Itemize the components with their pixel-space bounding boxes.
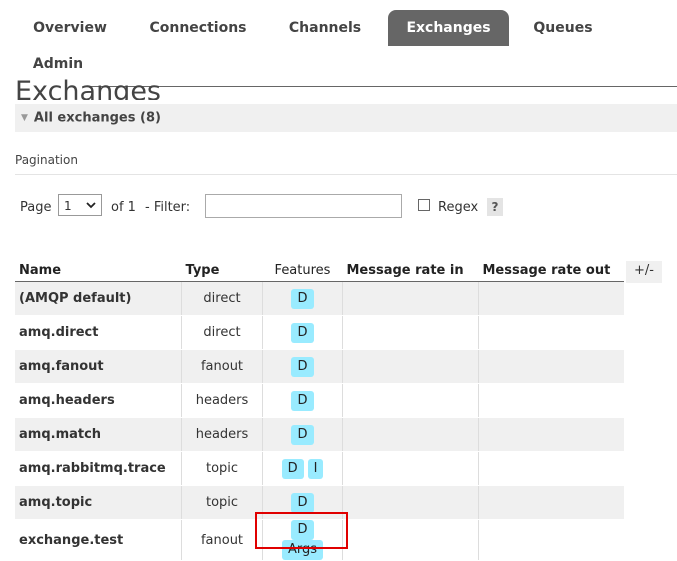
- table-header-row: Name Type Features Message rate in Messa…: [15, 260, 624, 282]
- exchange-type: headers: [181, 417, 263, 452]
- exchange-name-link[interactable]: (AMQP default): [15, 281, 182, 316]
- exchange-type: topic: [181, 485, 263, 520]
- filter-label: - Filter:: [145, 200, 191, 215]
- toggle-columns-button[interactable]: +/-: [626, 261, 662, 283]
- exchange-type: topic: [181, 451, 263, 486]
- col-header-name[interactable]: Name: [15, 260, 182, 282]
- regex-help-button[interactable]: ?: [487, 198, 503, 216]
- feature-badge: D: [291, 424, 314, 445]
- exchange-features: D: [262, 383, 343, 418]
- exchange-name-link[interactable]: amq.fanout: [15, 349, 182, 384]
- message-rate-in: [342, 281, 479, 316]
- exchange-type: direct: [181, 315, 263, 350]
- nav-divider: [84, 86, 677, 87]
- pagination-heading: Pagination: [15, 153, 78, 167]
- col-header-type[interactable]: Type: [181, 260, 263, 282]
- feature-badge: D: [281, 458, 304, 479]
- table-row: (AMQP default) direct D: [15, 281, 624, 316]
- message-rate-in: [342, 485, 479, 520]
- tab-exchanges[interactable]: Exchanges: [388, 10, 509, 46]
- page-select[interactable]: 1: [58, 194, 102, 216]
- tab-channels[interactable]: Channels: [275, 10, 375, 46]
- exchange-name-link[interactable]: amq.topic: [15, 485, 182, 520]
- table-row: amq.match headers D: [15, 417, 624, 452]
- exchange-type: direct: [181, 281, 263, 316]
- col-header-features: Features: [262, 260, 343, 282]
- feature-badge: I: [307, 458, 324, 479]
- exchange-type: headers: [181, 383, 263, 418]
- tab-overview[interactable]: Overview: [20, 10, 120, 46]
- message-rate-in: [342, 315, 479, 350]
- message-rate-in: [342, 349, 479, 384]
- section-label: All exchanges (8): [33, 110, 161, 126]
- feature-badge: D: [291, 288, 314, 309]
- feature-badge: D: [291, 356, 314, 377]
- of-pages-label: of 1: [111, 200, 136, 215]
- table-row: amq.direct direct D: [15, 315, 624, 350]
- exchange-type: fanout: [181, 519, 263, 561]
- message-rate-in: [342, 519, 479, 561]
- page-select-value: 1: [64, 199, 72, 213]
- exchange-features: DI: [262, 451, 343, 486]
- feature-badge: D: [291, 322, 314, 343]
- table-row: amq.headers headers D: [15, 383, 624, 418]
- regex-label: Regex: [438, 200, 479, 215]
- table-row: exchange.test fanout DArgs: [15, 519, 624, 561]
- tab-connections[interactable]: Connections: [138, 10, 258, 46]
- table-row: amq.fanout fanout D: [15, 349, 624, 384]
- feature-badge: D: [291, 492, 314, 513]
- table-row: amq.rabbitmq.trace topic D I: [15, 451, 624, 486]
- exchange-features: D: [262, 281, 343, 316]
- exchange-type: fanout: [181, 349, 263, 384]
- filter-input[interactable]: [205, 194, 402, 218]
- exchanges-table: Name Type Features Message rate in Messa…: [15, 260, 624, 561]
- message-rate-in: [342, 383, 479, 418]
- exchange-features: DArgs: [262, 519, 343, 561]
- page-label: Page: [20, 200, 52, 215]
- message-rate-out: [478, 281, 624, 316]
- exchange-features: D: [262, 349, 343, 384]
- message-rate-in: [342, 417, 479, 452]
- exchange-features: D: [262, 315, 343, 350]
- message-rate-out: [478, 485, 624, 520]
- exchange-name-link[interactable]: amq.headers: [15, 383, 182, 418]
- message-rate-out: [478, 315, 624, 350]
- exchange-features: D: [262, 417, 343, 452]
- pagination-divider: [15, 174, 677, 175]
- col-header-rate-in: Message rate in: [342, 260, 479, 282]
- regex-checkbox[interactable]: [418, 199, 430, 211]
- collapse-triangle-icon: ▼: [21, 113, 28, 123]
- all-exchanges-toggle[interactable]: ▼ All exchanges (8): [15, 104, 677, 132]
- exchange-name-link[interactable]: amq.match: [15, 417, 182, 452]
- page-title: Exchanges: [15, 76, 161, 100]
- table-row: amq.topic topic D: [15, 485, 624, 520]
- feature-badge: D: [291, 520, 314, 540]
- exchange-name-link[interactable]: exchange.test: [15, 519, 182, 561]
- col-header-rate-out: Message rate out: [478, 260, 624, 282]
- exchange-features: D: [262, 485, 343, 520]
- tab-queues[interactable]: Queues: [522, 10, 604, 46]
- exchange-name-link[interactable]: amq.rabbitmq.trace: [15, 451, 182, 486]
- message-rate-in: [342, 451, 479, 486]
- message-rate-out: [478, 451, 624, 486]
- message-rate-out: [478, 383, 624, 418]
- message-rate-out: [478, 349, 624, 384]
- message-rate-out: [478, 519, 624, 561]
- feature-badge: Args: [281, 540, 324, 560]
- chevron-down-icon: [85, 195, 97, 224]
- exchange-name-link[interactable]: amq.direct: [15, 315, 182, 350]
- message-rate-out: [478, 417, 624, 452]
- feature-badge: D: [291, 390, 314, 411]
